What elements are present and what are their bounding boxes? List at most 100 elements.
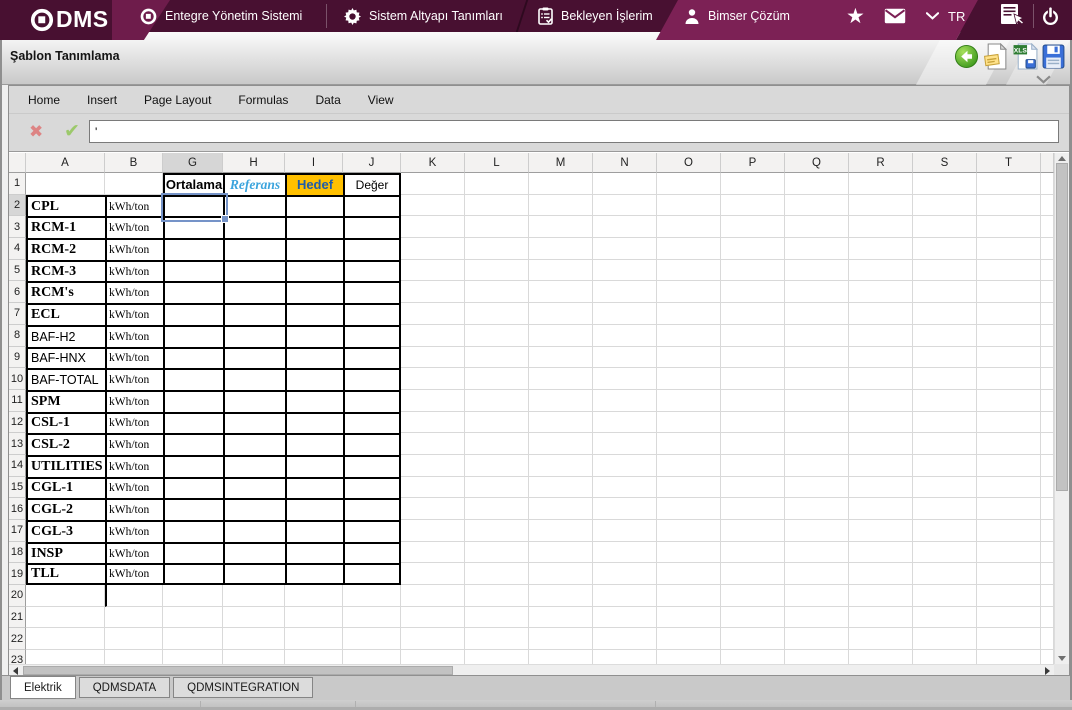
cell-B16[interactable]: kWh/ton [105,498,163,520]
scroll-right-icon[interactable] [1045,667,1050,675]
cell-A9[interactable]: BAF-HNX [26,346,105,369]
cell-G23[interactable] [163,650,223,664]
cell-S9[interactable] [913,346,977,369]
cell-R3[interactable] [849,216,913,239]
cell-R16[interactable] [849,498,913,520]
export-xls-button[interactable]: XLS [1013,42,1039,75]
cell-J14[interactable] [343,454,401,477]
sheet-tab-qdmsintegration[interactable]: QDMSINTEGRATION [173,677,314,698]
cell-B22[interactable] [105,628,163,651]
cell-S6[interactable] [913,281,977,304]
row-header-21[interactable]: 21 [9,606,26,629]
cell-A3[interactable]: RCM-1 [26,216,105,239]
cell-J20[interactable] [343,585,401,607]
cell-R4[interactable] [849,238,913,260]
formula-input[interactable] [89,120,1059,143]
column-header-L[interactable]: L [465,153,529,173]
cell-N11[interactable] [593,389,657,412]
cell-M13[interactable] [529,433,593,455]
cell-R10[interactable] [849,368,913,390]
cell-P2[interactable] [721,194,785,217]
cell-M1[interactable] [529,173,593,195]
cell-G7[interactable] [163,303,223,325]
cell-S18[interactable] [913,541,977,564]
column-header-H[interactable]: H [223,153,285,173]
cell-L2[interactable] [465,194,529,217]
cell-B18[interactable]: kWh/ton [105,541,163,564]
language-selector[interactable]: TR [948,0,965,32]
cell-T16[interactable] [977,498,1041,520]
cell-L20[interactable] [465,585,529,607]
cell-P10[interactable] [721,368,785,390]
cell-M18[interactable] [529,541,593,564]
cell-Q7[interactable] [785,303,849,325]
cell-N16[interactable] [593,498,657,520]
cell-M20[interactable] [529,585,593,607]
cell-I7[interactable] [285,303,343,325]
cell-O23[interactable] [657,650,721,664]
cell-I6[interactable] [285,281,343,304]
cell-N5[interactable] [593,259,657,282]
cell-N2[interactable] [593,194,657,217]
cell-J3[interactable] [343,216,401,239]
cell-J18[interactable] [343,541,401,564]
cell-T19[interactable] [977,563,1041,586]
cell-L11[interactable] [465,389,529,412]
horizontal-scroll-thumb[interactable] [23,666,453,675]
cell-R19[interactable] [849,563,913,586]
cell-M9[interactable] [529,346,593,369]
cell-B9[interactable]: kWh/ton [105,346,163,369]
cell-S21[interactable] [913,606,977,629]
cell-P18[interactable] [721,541,785,564]
cell-S22[interactable] [913,628,977,651]
cell-A20[interactable] [26,585,105,607]
power-logout-icon[interactable] [1041,0,1060,32]
cell-J13[interactable] [343,433,401,455]
cell-T21[interactable] [977,606,1041,629]
cell-K15[interactable] [401,476,465,499]
cell-M7[interactable] [529,303,593,325]
save-button[interactable] [1042,44,1065,74]
cell-G22[interactable] [163,628,223,651]
cell-P3[interactable] [721,216,785,239]
cell-H23[interactable] [223,650,285,664]
cell-L9[interactable] [465,346,529,369]
cell-N9[interactable] [593,346,657,369]
cell-R5[interactable] [849,259,913,282]
row-header-13[interactable]: 13 [9,433,26,455]
formula-cancel-icon[interactable]: ✖ [29,122,43,142]
cell-O18[interactable] [657,541,721,564]
cell-R12[interactable] [849,411,913,434]
cell-T4[interactable] [977,238,1041,260]
cell-P11[interactable] [721,389,785,412]
cell-L21[interactable] [465,606,529,629]
cell-G19[interactable] [163,563,223,586]
cell-N19[interactable] [593,563,657,586]
cell-K8[interactable] [401,324,465,347]
cell-H10[interactable] [223,368,285,390]
cell-Q8[interactable] [785,324,849,347]
cell-M4[interactable] [529,238,593,260]
cell-A12[interactable]: CSL-1 [26,411,105,434]
cell-I17[interactable] [285,520,343,542]
cell-I5[interactable] [285,259,343,282]
cell-S13[interactable] [913,433,977,455]
cell-K19[interactable] [401,563,465,586]
cell-B17[interactable]: kWh/ton [105,520,163,542]
cell-G17[interactable] [163,520,223,542]
cell-S23[interactable] [913,650,977,664]
cell-L16[interactable] [465,498,529,520]
cell-O6[interactable] [657,281,721,304]
cell-O7[interactable] [657,303,721,325]
cell-O3[interactable] [657,216,721,239]
export-note-button[interactable] [983,42,1009,75]
cell-T17[interactable] [977,520,1041,542]
cell-J7[interactable] [343,303,401,325]
cell-I15[interactable] [285,476,343,499]
cell-T2[interactable] [977,194,1041,217]
cell-K22[interactable] [401,628,465,651]
cell-K21[interactable] [401,606,465,629]
cell-N23[interactable] [593,650,657,664]
column-header-J[interactable]: J [343,153,401,173]
collapse-chevron-icon[interactable] [1036,71,1051,89]
